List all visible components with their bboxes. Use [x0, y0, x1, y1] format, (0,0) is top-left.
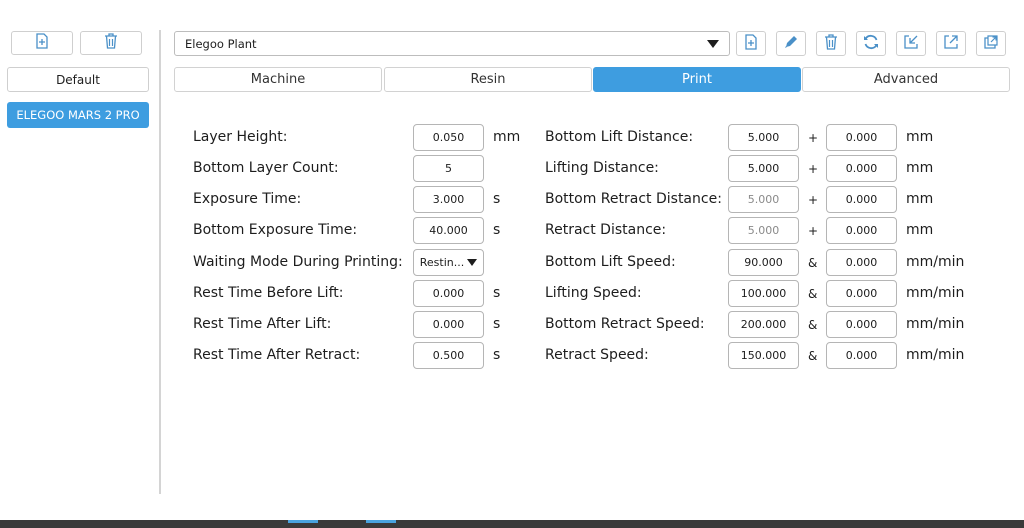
unit-label: mm/min: [906, 347, 965, 363]
param-label: Bottom Exposure Time:: [193, 222, 358, 238]
unit-label: s: [493, 222, 501, 238]
unit-label: s: [493, 191, 501, 207]
lifting-distance-input[interactable]: 5.000: [728, 155, 799, 182]
param-label: Retract Speed:: [545, 347, 649, 363]
bottom-lift-speed-extra-input[interactable]: 0.000: [826, 249, 897, 276]
operator-label: +: [808, 224, 819, 238]
param-label: Bottom Retract Distance:: [545, 191, 722, 207]
param-label: Layer Height:: [193, 129, 288, 145]
param-label: Lifting Distance:: [545, 160, 659, 176]
exposure-time-input[interactable]: 3.000: [413, 186, 484, 213]
tab-resin[interactable]: Resin: [384, 67, 592, 92]
waiting-mode-select[interactable]: Restin...: [413, 249, 484, 276]
rest-time-before-lift-input[interactable]: 0.000: [413, 280, 484, 307]
import-icon: [903, 34, 919, 54]
add-profile-button[interactable]: [11, 31, 73, 55]
tab-print[interactable]: Print: [593, 67, 801, 92]
unit-label: mm: [493, 129, 521, 145]
unit-label: s: [493, 316, 501, 332]
unit-label: mm: [906, 160, 934, 176]
retract-speed-extra-input[interactable]: 0.000: [826, 342, 897, 369]
retract-distance-extra-input[interactable]: 0.000: [826, 217, 897, 244]
export-icon: [943, 34, 959, 54]
param-label: Retract Distance:: [545, 222, 667, 238]
bottom-retract-distance-input[interactable]: 5.000: [728, 186, 799, 213]
bottom-retract-speed-input[interactable]: 200.000: [728, 311, 799, 338]
taskbar-indicator: [366, 520, 396, 523]
rest-time-after-retract-input[interactable]: 0.500: [413, 342, 484, 369]
unit-label: s: [493, 285, 501, 301]
param-label: Exposure Time:: [193, 191, 302, 207]
param-label: Bottom Layer Count:: [193, 160, 339, 176]
trash-icon: [104, 33, 118, 53]
export-all-presets-button[interactable]: [976, 31, 1006, 56]
operator-label: &: [808, 318, 818, 332]
add-file-icon: [35, 33, 49, 53]
trash-icon: [824, 33, 838, 54]
param-label: Lifting Speed:: [545, 285, 642, 301]
bottom-lift-speed-input[interactable]: 90.000: [728, 249, 799, 276]
refresh-preset-button[interactable]: [856, 31, 886, 56]
unit-label: mm/min: [906, 285, 965, 301]
rest-time-after-lift-input[interactable]: 0.000: [413, 311, 484, 338]
lifting-distance-extra-input[interactable]: 0.000: [826, 155, 897, 182]
unit-label: mm/min: [906, 254, 965, 270]
layer-height-input[interactable]: 0.050: [413, 124, 484, 151]
operator-label: &: [808, 349, 818, 363]
export-preset-button[interactable]: [936, 31, 966, 56]
refresh-icon: [862, 33, 880, 55]
edit-preset-button[interactable]: [776, 31, 806, 56]
lifting-speed-extra-input[interactable]: 0.000: [826, 280, 897, 307]
preset-select-value: Elegoo Plant: [185, 36, 257, 51]
unit-label: mm: [906, 129, 934, 145]
preset-select[interactable]: Elegoo Plant: [174, 31, 730, 56]
profile-item-default[interactable]: Default: [7, 67, 149, 92]
param-label: Bottom Lift Distance:: [545, 129, 694, 145]
param-label: Waiting Mode During Printing:: [193, 254, 403, 270]
lifting-speed-input[interactable]: 100.000: [728, 280, 799, 307]
delete-profile-button[interactable]: [80, 31, 142, 55]
delete-preset-button[interactable]: [816, 31, 846, 56]
unit-label: s: [493, 347, 501, 363]
tab-machine[interactable]: Machine: [174, 67, 382, 92]
operator-label: &: [808, 256, 818, 270]
unit-label: mm/min: [906, 316, 965, 332]
bottom-exposure-time-input[interactable]: 40.000: [413, 217, 484, 244]
unit-label: mm: [906, 222, 934, 238]
param-label: Rest Time After Retract:: [193, 347, 361, 363]
operator-label: &: [808, 287, 818, 301]
operator-label: +: [808, 131, 819, 145]
add-preset-button[interactable]: [736, 31, 766, 56]
pencil-icon: [783, 34, 799, 54]
retract-speed-input[interactable]: 150.000: [728, 342, 799, 369]
bottom-retract-speed-extra-input[interactable]: 0.000: [826, 311, 897, 338]
param-label: Rest Time After Lift:: [193, 316, 332, 332]
chevron-down-icon: [467, 259, 478, 266]
operator-label: +: [808, 193, 819, 207]
taskbar-strip: [0, 520, 1024, 528]
param-label: Bottom Lift Speed:: [545, 254, 676, 270]
tab-advanced[interactable]: Advanced: [802, 67, 1010, 92]
unit-label: mm: [906, 191, 934, 207]
param-label: Rest Time Before Lift:: [193, 285, 344, 301]
import-preset-button[interactable]: [896, 31, 926, 56]
panel-divider: [159, 30, 161, 494]
copy-out-icon: [983, 34, 999, 54]
retract-distance-input[interactable]: 5.000: [728, 217, 799, 244]
bottom-layer-count-input[interactable]: 5: [413, 155, 484, 182]
bottom-retract-distance-extra-input[interactable]: 0.000: [826, 186, 897, 213]
profile-item-elegoo-mars-2-pro[interactable]: ELEGOO MARS 2 PRO: [7, 102, 149, 128]
bottom-lift-distance-extra-input[interactable]: 0.000: [826, 124, 897, 151]
add-file-icon: [744, 33, 758, 54]
waiting-mode-value: Restin...: [419, 256, 465, 269]
operator-label: +: [808, 162, 819, 176]
bottom-lift-distance-input[interactable]: 5.000: [728, 124, 799, 151]
param-label: Bottom Retract Speed:: [545, 316, 705, 332]
chevron-down-icon: [707, 40, 719, 48]
taskbar-indicator: [288, 520, 318, 523]
